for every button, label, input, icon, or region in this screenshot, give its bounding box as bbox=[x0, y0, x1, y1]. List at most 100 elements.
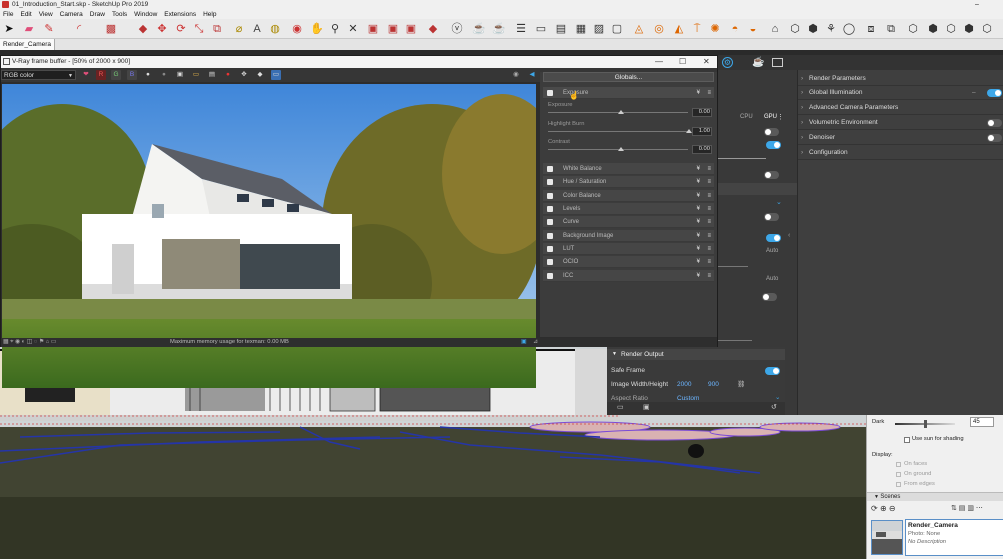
render-icon[interactable]: ◀ bbox=[527, 70, 537, 80]
select-tool-icon[interactable]: ➤ bbox=[2, 22, 16, 36]
layer-curve[interactable]: Curve ¥ ≡ bbox=[543, 216, 714, 228]
layer-menu-icon[interactable]: ≡ bbox=[707, 87, 711, 99]
render-output-header[interactable]: ▼ Render Output bbox=[607, 349, 785, 360]
exposure-checkbox[interactable] bbox=[547, 90, 553, 96]
globals-button[interactable]: Globals... bbox=[543, 72, 714, 82]
arc-tool-icon[interactable]: ◜ bbox=[72, 22, 86, 36]
right-view-icon[interactable]: ⬢ bbox=[962, 22, 976, 36]
layer-levels[interactable]: Levels ¥ ≡ bbox=[543, 203, 714, 215]
mesh-clipper-icon[interactable]: ◯ bbox=[842, 22, 856, 36]
track-mouse-icon[interactable]: ✥ bbox=[239, 70, 249, 80]
extension-warehouse-icon[interactable]: ▣ bbox=[386, 22, 400, 36]
top-view-icon[interactable]: ⬢ bbox=[926, 22, 940, 36]
denoiser-toggle[interactable] bbox=[987, 134, 1002, 142]
red-channel-button[interactable]: R bbox=[96, 70, 106, 80]
paint-bucket-icon[interactable]: ◍ bbox=[268, 22, 282, 36]
section-advanced-camera[interactable]: › Advanced Camera Parameters bbox=[798, 101, 1003, 115]
slider-track-3[interactable] bbox=[718, 340, 752, 341]
maximize-button[interactable]: ☐ bbox=[679, 56, 686, 68]
on-ground-checkbox[interactable] bbox=[896, 472, 901, 477]
menu-camera[interactable]: Camera bbox=[60, 11, 83, 18]
outliner-icon[interactable]: ⧈ bbox=[864, 22, 878, 36]
scene-thumbnail[interactable] bbox=[871, 520, 903, 555]
contrast-slider[interactable]: Contrast 0.00 bbox=[546, 139, 714, 157]
highlight-burn-value[interactable]: 1.00 bbox=[692, 127, 712, 136]
batch-render-icon[interactable]: ▢ bbox=[610, 22, 624, 36]
scale-tool-icon[interactable]: ⤡ bbox=[192, 22, 206, 36]
section-volumetric-env[interactable]: › Volumetric Environment bbox=[798, 116, 1003, 130]
zoom-extents-icon[interactable]: ✕ bbox=[346, 22, 360, 36]
exposure-value[interactable]: 0.00 bbox=[692, 108, 712, 117]
components-icon[interactable]: ⧉ bbox=[884, 22, 898, 36]
move-tool-icon[interactable]: ✥ bbox=[155, 22, 169, 36]
mesh-light-icon[interactable]: ◒ bbox=[746, 22, 760, 36]
mono-icon[interactable]: ● bbox=[143, 70, 153, 80]
save-image-icon[interactable]: ▣ bbox=[175, 70, 185, 80]
menu-file[interactable]: File bbox=[3, 11, 13, 18]
clear-icon[interactable]: ▤ bbox=[207, 70, 217, 80]
pan-tool-icon[interactable]: ✋ bbox=[310, 22, 324, 36]
update-scene-icon[interactable]: ⟳ bbox=[871, 504, 878, 513]
dark-slider-thumb[interactable] bbox=[924, 420, 927, 428]
chevron-down-icon[interactable]: ⌄ bbox=[775, 393, 780, 401]
toggle-2[interactable] bbox=[766, 141, 781, 149]
panel-toggle-icon[interactable]: ▣ bbox=[521, 338, 526, 347]
rect-light-icon[interactable]: ◬ bbox=[632, 22, 646, 36]
toggle-6[interactable] bbox=[762, 293, 777, 301]
toggle-1[interactable] bbox=[764, 128, 779, 136]
collapse-arrow-icon[interactable]: ‹ bbox=[788, 232, 790, 239]
infinite-plane-icon[interactable]: ⌂ bbox=[768, 22, 782, 36]
menu-edit[interactable]: Edit bbox=[20, 11, 31, 18]
region-render-icon[interactable]: ◆ bbox=[255, 70, 265, 80]
rectangle-tool-icon[interactable]: ▩ bbox=[104, 22, 118, 36]
proxy-import-icon[interactable]: ⬢ bbox=[806, 22, 820, 36]
ruby-console-icon[interactable]: ◆ bbox=[426, 22, 440, 36]
section-render-parameters[interactable]: › Render Parameters bbox=[798, 72, 1003, 86]
channel-select[interactable]: RGB color ▼ bbox=[1, 70, 76, 80]
on-faces-checkbox[interactable] bbox=[896, 462, 901, 467]
minimize-button[interactable]: – bbox=[975, 0, 979, 9]
cpu-label[interactable]: CPU bbox=[740, 114, 753, 120]
scene-view-options[interactable]: ⇅ ▤ ▥ ⋯ bbox=[951, 504, 983, 512]
frame-buffer-icon[interactable] bbox=[772, 58, 783, 67]
cloud-render-icon[interactable]: ▨ bbox=[592, 22, 606, 36]
close-button[interactable]: ✕ bbox=[703, 56, 710, 68]
green-channel-button[interactable]: G bbox=[111, 70, 121, 80]
menu-window[interactable]: Window bbox=[134, 11, 157, 18]
dome-light-icon[interactable]: ◓ bbox=[728, 22, 742, 36]
contrast-value[interactable]: 0.00 bbox=[692, 145, 712, 154]
layer-color-balance[interactable]: Color Balance ¥ ≡ bbox=[543, 190, 714, 202]
link-icon[interactable]: ⛓ bbox=[737, 380, 745, 388]
swarm-icon[interactable]: ▦ bbox=[574, 22, 588, 36]
ies-light-icon[interactable]: ⍑ bbox=[690, 22, 704, 36]
warehouse-icon[interactable]: ▣ bbox=[366, 22, 380, 36]
push-pull-tool-icon[interactable]: ◆ bbox=[136, 22, 150, 36]
pencil-tool-icon[interactable]: ✎ bbox=[42, 22, 56, 36]
from-edges-checkbox[interactable] bbox=[896, 482, 901, 487]
menu-draw[interactable]: Draw bbox=[90, 11, 105, 18]
layer-hue-saturation[interactable]: Hue / Saturation ¥ ≡ bbox=[543, 176, 714, 188]
toggle-4[interactable] bbox=[764, 213, 779, 221]
gpu-label[interactable]: GPU bbox=[764, 114, 777, 120]
reset-icon[interactable]: ↺ bbox=[771, 403, 777, 411]
interactive-render-icon[interactable]: ☕ bbox=[492, 22, 506, 36]
settings-gear-icon[interactable]: ⚙ bbox=[722, 57, 733, 68]
render-teapot-icon[interactable]: ☕ bbox=[472, 22, 486, 36]
highlight-burn-slider[interactable]: Highlight Burn 1.00 bbox=[546, 121, 714, 139]
menu-tools[interactable]: Tools bbox=[112, 11, 127, 18]
from-edges-option[interactable]: From edges bbox=[904, 481, 935, 487]
resize-icon[interactable]: ⊿ bbox=[533, 338, 538, 347]
eraser-tool-icon[interactable]: ▰ bbox=[22, 22, 36, 36]
toggle-3[interactable] bbox=[764, 171, 779, 179]
lens-icon[interactable]: ◉ bbox=[511, 70, 521, 80]
image-height-input[interactable]: 900 bbox=[708, 381, 719, 388]
exposure-slider[interactable]: Exposure 0.00 bbox=[546, 102, 714, 120]
blue-channel-button[interactable]: B bbox=[127, 70, 137, 80]
open-image-icon[interactable]: ▭ bbox=[191, 70, 201, 80]
history-icon[interactable]: ▭ bbox=[271, 70, 281, 80]
image-width-input[interactable]: 2000 bbox=[677, 381, 691, 388]
alpha-icon[interactable]: ● bbox=[159, 70, 169, 80]
front-view-icon[interactable]: ⬡ bbox=[944, 22, 958, 36]
render-teapot-icon[interactable]: ☕ bbox=[752, 57, 764, 68]
volumetric-toggle[interactable] bbox=[987, 119, 1002, 127]
